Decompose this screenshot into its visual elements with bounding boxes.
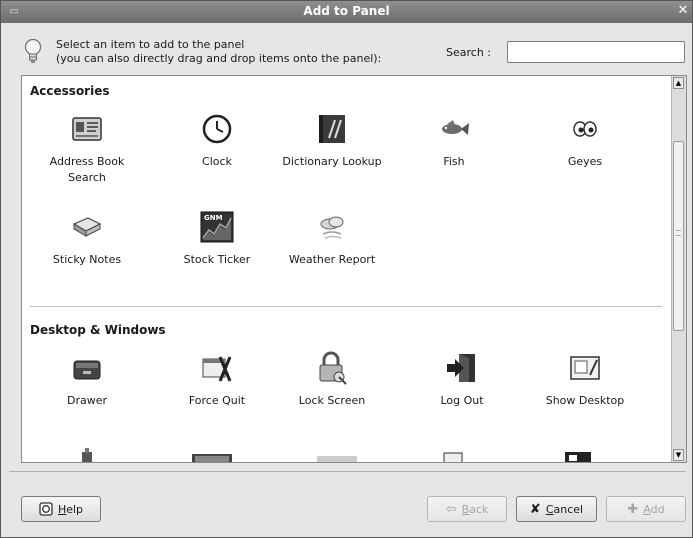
back-button[interactable]: ⇦ Back [427,496,507,522]
applet-label: Log Out [440,394,484,407]
close-icon[interactable]: ✕ [676,3,690,19]
eyes-icon [573,121,597,137]
dictionary-icon [319,115,345,143]
clock-icon [202,114,232,144]
applet-label: Drawer [66,394,108,407]
title-bar[interactable]: ▭ Add to Panel ✕ [1,1,692,23]
instruction-line-2: (you can also directly drag and drop ite… [56,52,382,65]
applet-dictionary-lookup[interactable]: Dictionary Lookup [272,112,392,170]
applet-label: Sticky Notes [52,253,122,266]
applet-label: Fish [443,155,465,168]
button-separator [9,471,686,472]
cancel-mnemonic: C [545,502,554,516]
search-label: Search : [446,46,491,59]
applet-label: Dictionary Lookup [282,155,382,168]
applet-fish[interactable]: Fish [394,112,514,170]
add-button[interactable]: ✚ Add [606,496,686,522]
applet-label: Geyes [567,155,603,168]
window-title: Add to Panel [303,4,390,18]
help-label: elp [66,502,84,516]
search-input[interactable] [507,41,685,63]
applet-sticky-notes[interactable]: Sticky Notes [27,210,147,268]
applet-geyes[interactable]: Geyes [525,112,645,170]
show-desktop-icon [570,356,600,380]
sticky-notes-icon [72,217,102,237]
help-mnemonic: H [57,502,67,516]
applet-label: Clock [202,155,232,168]
force-quit-icon [202,356,232,382]
applet-show-desktop[interactable]: Show Desktop [525,351,645,409]
help-icon [39,502,53,516]
weather-icon [320,216,344,239]
add-plus-icon: ✚ [627,501,639,517]
scroll-down-icon[interactable]: ▼ [673,449,684,461]
partial-applet-icon [565,452,591,462]
drawer-icon [73,360,101,380]
applet-label: Show Desktop [545,394,625,407]
applet-clock[interactable]: Clock [157,112,277,170]
address-book-icon [72,117,102,141]
partial-applet-icon [443,452,463,462]
applet-drawer[interactable]: Drawer [27,351,147,409]
fish-icon [442,120,469,135]
lightbulb-icon [24,38,42,63]
add-label: dd [650,502,665,516]
applet-lock-screen[interactable]: Lock Screen [272,351,392,409]
cancel-label: ancel [553,502,584,516]
add-to-panel-dialog: ▭ Add to Panel ✕ Select an item to add t… [0,0,693,538]
scroll-thumb[interactable] [673,141,684,331]
list-scrollbar[interactable]: ▲ ▼ [671,76,686,462]
cancel-x-icon: ✘ [529,501,541,517]
cancel-button[interactable]: ✘ Cancel [516,496,597,522]
stock-badge: GNM [204,214,223,222]
applet-address-book-search[interactable]: Address Book Search [27,112,147,186]
applet-label: Force Quit [188,394,246,407]
applet-label: Lock Screen [298,394,366,407]
partial-applet-icon [317,456,357,462]
logout-icon [447,354,475,382]
partial-applet-icon [82,448,92,462]
instruction-line-1: Select an item to add to the panel [56,38,245,51]
back-arrow-icon: ⇦ [445,501,457,517]
applet-stock-ticker[interactable]: GNM Stock Ticker [157,210,277,268]
back-mnemonic: B [461,502,470,516]
applet-label-line1: Address Book [49,155,125,168]
applet-log-out[interactable]: Log Out [402,351,522,409]
add-mnemonic: A [643,502,651,516]
instruction-text: Select an item to add to the panel (you … [56,38,381,66]
applet-label-line2: Search [68,171,106,184]
stock-ticker-icon: GNM [200,211,234,243]
back-label: ack [469,502,489,516]
scroll-up-icon[interactable]: ▲ [673,77,684,89]
section-divider [30,306,662,307]
applet-label: Stock Ticker [183,253,251,266]
applet-force-quit[interactable]: Force Quit [157,351,277,409]
help-button[interactable]: Help [21,496,101,522]
applet-label: Weather Report [288,253,376,266]
lock-icon [319,351,347,385]
partial-applet-icon [192,454,232,462]
applet-weather-report[interactable]: Weather Report [272,210,392,268]
applet-list[interactable]: Accessories Address Book Search Clock Di… [21,75,687,463]
section-title-desktop-windows: Desktop & Windows [30,323,166,337]
section-title-accessories: Accessories [30,84,110,98]
